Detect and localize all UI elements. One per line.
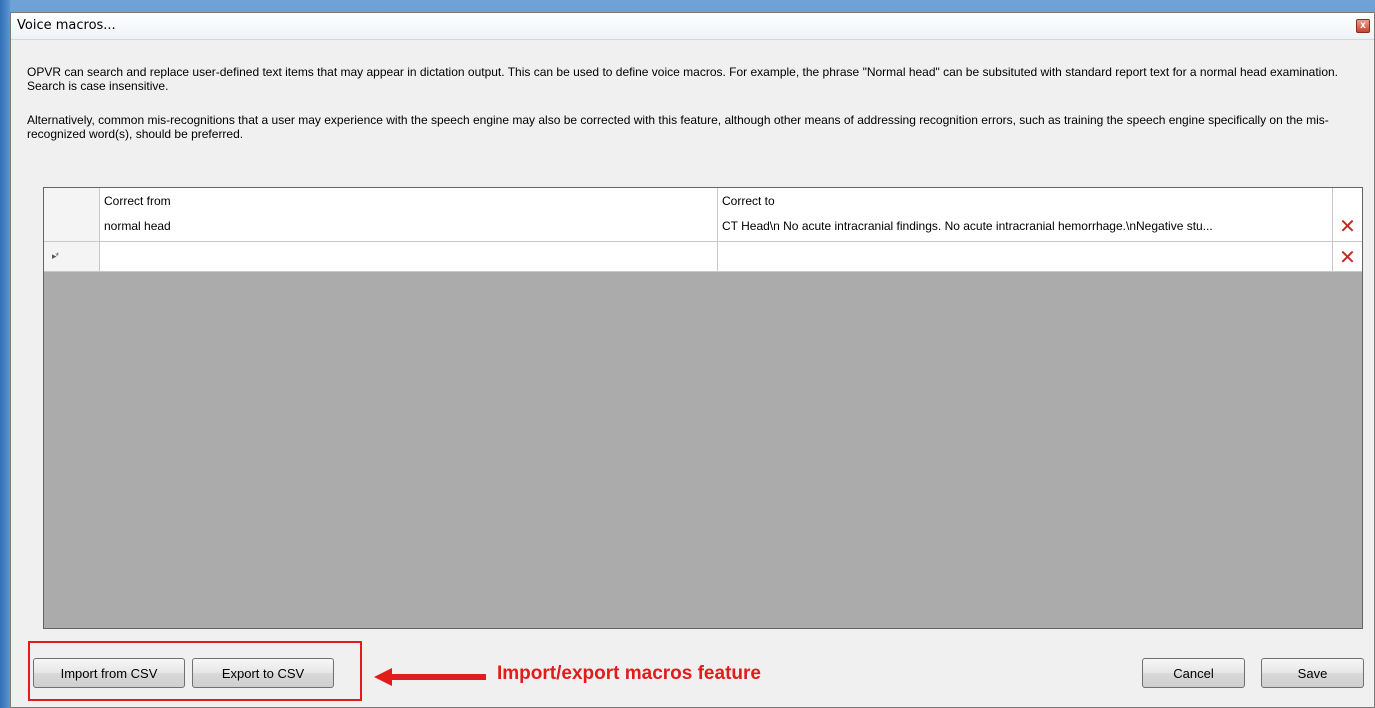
cancel-button[interactable]: Cancel [1142, 658, 1245, 688]
new-row-indicator[interactable]: ▸* [44, 242, 100, 271]
correct-from-cell[interactable] [100, 242, 718, 271]
window-title: Voice macros... [17, 18, 116, 33]
close-button[interactable]: x [1356, 19, 1370, 33]
title-bar[interactable]: Voice macros... x [11, 13, 1374, 40]
new-table-row[interactable]: ▸* ✕ [44, 242, 1362, 272]
import-from-csv-button[interactable]: Import from CSV [33, 658, 185, 688]
window-frame-left [0, 0, 10, 708]
table-row[interactable]: normal head CT Head\n No acute intracran… [44, 211, 1362, 242]
description-paragraph-1: OPVR can search and replace user-defined… [27, 65, 1339, 93]
export-to-csv-button[interactable]: Export to CSV [192, 658, 334, 688]
annotation-arrow-icon [374, 668, 486, 686]
column-header-delete [1333, 188, 1362, 211]
column-header-correct-to[interactable]: Correct to [718, 188, 1333, 211]
row-header-corner [44, 188, 100, 211]
delete-x-icon: ✕ [1339, 244, 1356, 269]
save-button[interactable]: Save [1261, 658, 1364, 688]
delete-x-icon: ✕ [1339, 214, 1356, 238]
correct-from-cell[interactable]: normal head [100, 211, 718, 241]
new-row-marker-icon: ▸* [52, 251, 59, 261]
delete-row-button[interactable]: ✕ [1333, 242, 1362, 271]
column-header-correct-from[interactable]: Correct from [100, 188, 718, 211]
macros-grid[interactable]: Correct from Correct to normal head CT H… [43, 187, 1363, 629]
correct-to-cell[interactable] [718, 242, 1333, 271]
delete-row-button[interactable]: ✕ [1333, 211, 1362, 241]
row-indicator[interactable] [44, 211, 100, 241]
annotation-label: Import/export macros feature [497, 663, 761, 684]
grid-header-row: Correct from Correct to [44, 188, 1362, 212]
voice-macros-dialog: Voice macros... x OPVR can search and re… [10, 12, 1375, 708]
close-icon: x [1360, 20, 1366, 31]
correct-to-cell[interactable]: CT Head\n No acute intracranial findings… [718, 211, 1333, 241]
description-paragraph-2: Alternatively, common mis-recognitions t… [27, 113, 1329, 141]
